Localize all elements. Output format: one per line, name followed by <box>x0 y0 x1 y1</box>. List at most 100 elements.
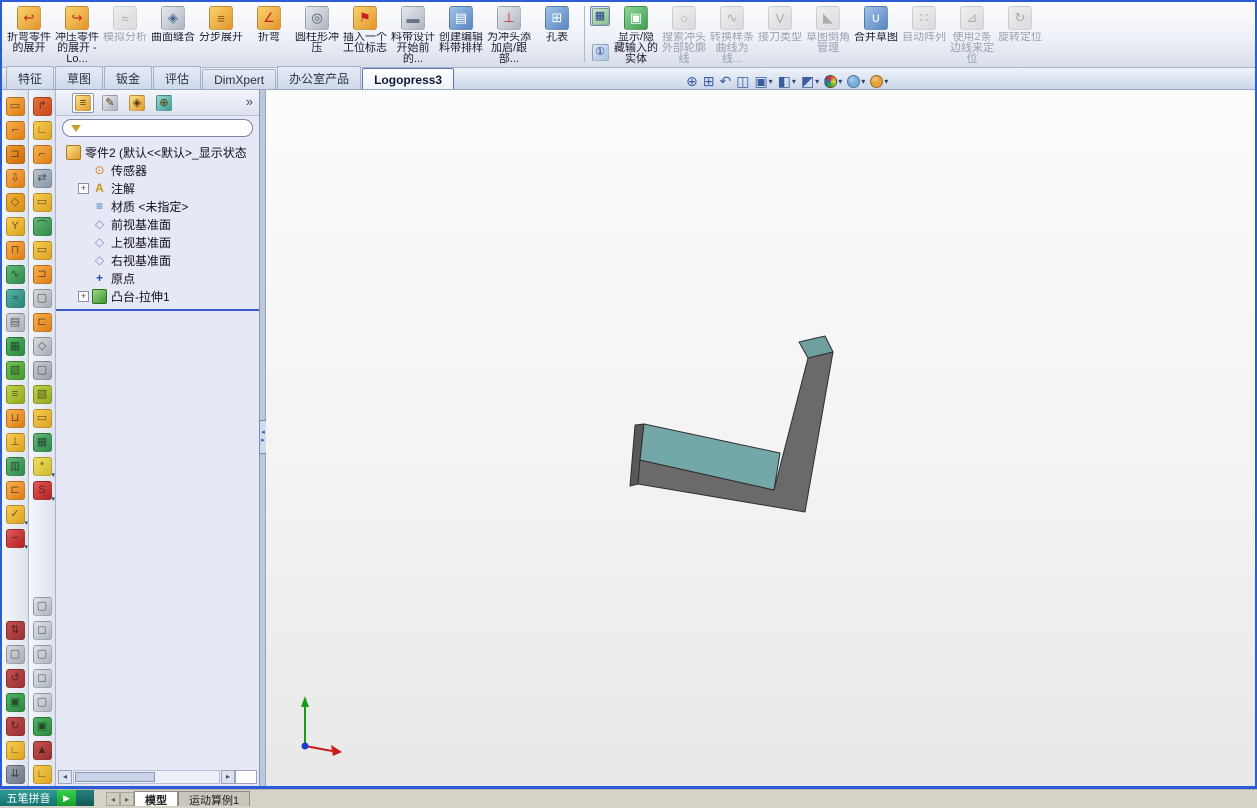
search-punch-outline-button[interactable]: ○搜索冲头外部轮廓线 <box>660 4 708 65</box>
tool-button-c15[interactable]: ▦ <box>30 430 54 454</box>
dropdown-caret-icon[interactable]: ▾ <box>792 77 796 86</box>
add-punch-heel-button[interactable]: ⊥为冲头添加启/跟部... <box>485 4 533 65</box>
tool-button-c9[interactable]: ▢ <box>30 286 54 310</box>
unfold-stamped-part-button[interactable]: ↪冲压零件的展开 - Lo... <box>53 4 101 65</box>
view-settings-button[interactable]: ▾ <box>870 75 888 88</box>
tab-sheet-metal[interactable]: 钣金 <box>104 66 152 89</box>
expander-icon[interactable]: + <box>78 183 89 194</box>
show-hide-imported-bodies-button[interactable]: ▣显示/隐藏输入的实体 <box>612 4 660 65</box>
bend-button[interactable]: ∠折弯 <box>245 4 293 43</box>
section-view-button[interactable]: ◫ <box>736 72 749 90</box>
locate-with-2-edges-button[interactable]: ⊿使用2条边线来定位 <box>948 4 996 65</box>
tool-button-c17[interactable]: S▾ <box>30 478 54 502</box>
dropdown-caret-icon[interactable]: ▾ <box>884 77 888 86</box>
surface-knit-button[interactable]: ◈曲面缝合 <box>149 4 197 43</box>
create-edit-strip-layout-button[interactable]: ▤创建编辑料带排样 <box>437 4 485 54</box>
tab-evaluate[interactable]: 评估 <box>153 66 201 89</box>
ime-play-button[interactable]: ▶ <box>57 790 76 806</box>
tool-button-c3[interactable]: ⌐ <box>30 142 54 166</box>
tool-button-c6[interactable]: ⌒ <box>30 214 54 238</box>
tool-button-a1[interactable]: ▭ <box>3 94 27 118</box>
tool-button-b4[interactable]: ▣ <box>3 690 27 714</box>
merge-sketch-button[interactable]: ∪合并草图 <box>852 4 900 43</box>
tool-button-c12[interactable]: ▢ <box>30 358 54 382</box>
featuremanager-tab[interactable]: ≡ <box>72 93 94 113</box>
model-tab-scroll-left[interactable]: ◂ <box>106 792 120 806</box>
hole-table-button[interactable]: ⊞孔表 <box>533 4 581 43</box>
dimxpertmanager-tab[interactable]: ⊕ <box>153 93 175 113</box>
tool-button-a11[interactable]: ▦ <box>3 334 27 358</box>
ime-indicator[interactable]: 五笔拼音 <box>0 790 57 806</box>
tool-button-c13[interactable]: ▧ <box>30 382 54 406</box>
step-unfold-button[interactable]: ≡分步展开 <box>197 4 245 43</box>
tool-button-c11[interactable]: ◇ <box>30 334 54 358</box>
zoom-to-area-button[interactable]: ⊞ <box>703 72 715 90</box>
tool-button-c1[interactable]: ↱ <box>30 94 54 118</box>
filter-input[interactable] <box>62 119 253 137</box>
tool-button-b6[interactable]: ∟ <box>3 738 27 762</box>
tool-button-d8[interactable]: ∟ <box>30 762 54 786</box>
tool-button-a18[interactable]: ✓▾ <box>3 502 27 526</box>
cylindrical-stamp-button[interactable]: ◎圆柱形冲压 <box>293 4 341 54</box>
tree-item-top-plane[interactable]: ◇上视基准面 <box>56 233 259 251</box>
dropdown-caret-icon[interactable]: ▾ <box>861 77 865 86</box>
simulation-analysis-button[interactable]: ≈模拟分析 <box>101 4 149 43</box>
tool-button-b5[interactable]: ↻ <box>3 714 27 738</box>
tool-button-a15[interactable]: ⊥ <box>3 430 27 454</box>
dropdown-caret-icon[interactable]: ▾ <box>769 77 773 86</box>
expander-icon[interactable]: + <box>78 291 89 302</box>
tree-item-origin[interactable]: +原点 <box>56 269 259 287</box>
scroll-right-button[interactable]: ▸ <box>221 770 235 784</box>
display-style-button[interactable]: ◧▾ <box>778 72 796 90</box>
tool-button-c2[interactable]: ∟ <box>30 118 54 142</box>
rotate-locate-button[interactable]: ↻旋转定位 <box>996 4 1044 43</box>
tool-button-a6[interactable]: Y <box>3 214 27 238</box>
tool-button-c16[interactable]: *▾ <box>30 454 54 478</box>
tool-button-b1[interactable]: ⇅ <box>3 618 27 642</box>
tool-button-a17[interactable]: ⊏ <box>3 478 27 502</box>
dropdown-caret-icon[interactable]: ▾ <box>815 77 819 86</box>
rollback-bar[interactable] <box>56 309 259 311</box>
tool-button-c7[interactable]: ▭ <box>30 238 54 262</box>
tool-button-d5[interactable]: ▢ <box>30 690 54 714</box>
scrollbar-thumb[interactable] <box>75 772 155 782</box>
graphics-viewport[interactable] <box>266 90 1255 786</box>
configurationmanager-tab[interactable]: ◈ <box>126 93 148 113</box>
hide-show-items-button[interactable]: ◩▾ <box>801 72 819 90</box>
insert-station-flag-button[interactable]: ⚑插入一个工位标志 <box>341 4 389 54</box>
show-hide-strip-toggle-button[interactable]: ▦ <box>590 6 610 26</box>
tool-button-d1[interactable]: ▢ <box>30 594 54 618</box>
zoom-to-fit-button[interactable]: ⊕ <box>686 72 698 90</box>
tool-button-b2[interactable]: ▢ <box>3 642 27 666</box>
unfold-bent-part-button[interactable]: ↩折弯零件的展开 <box>5 4 53 54</box>
tab-office-products[interactable]: 办公室产品 <box>277 66 361 89</box>
scrollbar-track[interactable] <box>73 770 220 784</box>
tool-button-a10[interactable]: ▤ <box>3 310 27 334</box>
panel-overflow-chevron[interactable]: » <box>246 94 253 109</box>
dropdown-caret-icon[interactable]: ▾ <box>51 496 55 503</box>
tree-item-boss-extrude1[interactable]: +凸台-拉伸1 <box>56 287 259 305</box>
tool-button-a12[interactable]: ▧ <box>3 358 27 382</box>
strip-design-start-button[interactable]: ▬料带设计开始前的... <box>389 4 437 65</box>
edit-appearance-button[interactable]: ▾ <box>824 75 842 88</box>
tool-button-a8[interactable]: ∿ <box>3 262 27 286</box>
model-tab[interactable]: 模型 <box>134 791 178 806</box>
tool-button-a2[interactable]: ⌐ <box>3 118 27 142</box>
propertymanager-tab[interactable]: ✎ <box>99 93 121 113</box>
dropdown-caret-icon[interactable]: ▾ <box>838 77 842 86</box>
tool-button-a9[interactable]: ≈ <box>3 286 27 310</box>
auto-pattern-button[interactable]: ∷自动阵列 <box>900 4 948 43</box>
tool-button-d6[interactable]: ▣ <box>30 714 54 738</box>
tool-button-b3[interactable]: ↺ <box>3 666 27 690</box>
tool-button-d2[interactable]: ◻ <box>30 618 54 642</box>
tool-button-c14[interactable]: ▭ <box>30 406 54 430</box>
tool-button-d4[interactable]: ◻ <box>30 666 54 690</box>
tool-button-d7[interactable]: ▲ <box>30 738 54 762</box>
tab-features[interactable]: 特征 <box>6 66 54 89</box>
tool-button-a7[interactable]: ⊓ <box>3 238 27 262</box>
tool-button-a16[interactable]: ▥ <box>3 454 27 478</box>
tree-item-annotations[interactable]: +A注解 <box>56 179 259 197</box>
motion-study-1-tab[interactable]: 运动算例1 <box>178 791 250 806</box>
tab-sketch[interactable]: 草图 <box>55 66 103 89</box>
sketch-chamfer-manager-button[interactable]: ◣草图倒角管理 <box>804 4 852 54</box>
